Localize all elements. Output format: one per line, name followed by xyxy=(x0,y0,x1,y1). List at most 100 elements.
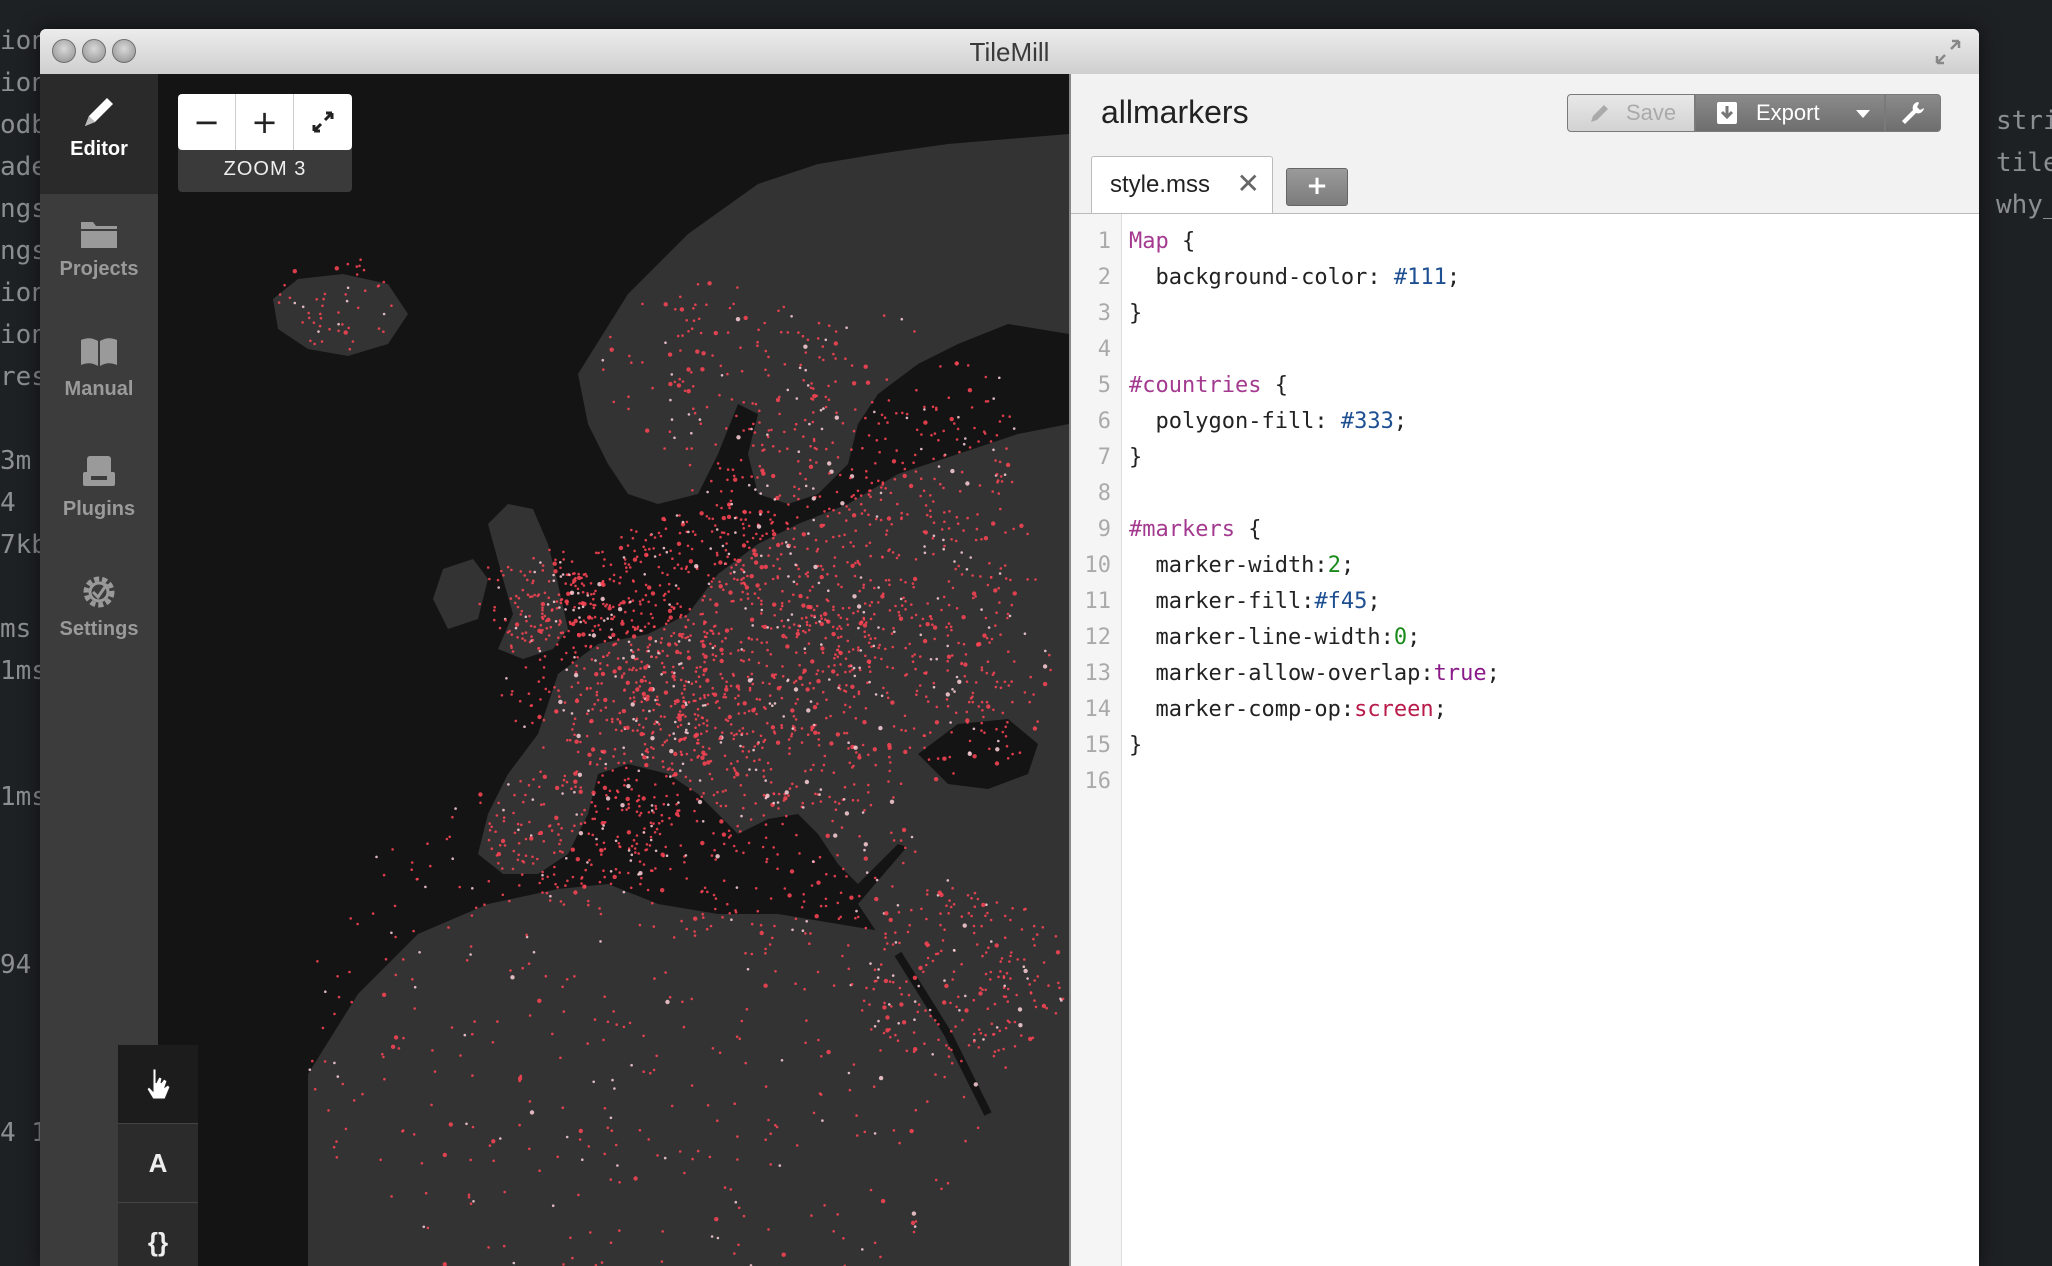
code-line[interactable]: 16 xyxy=(1071,764,1979,800)
map-marker xyxy=(1033,944,1036,947)
map-marker xyxy=(824,405,828,409)
template-tool-button[interactable]: {} xyxy=(118,1203,198,1266)
sidebar-item-plugins[interactable]: Plugins xyxy=(40,434,158,554)
terminal-line: 7kb xyxy=(0,530,40,560)
code-line[interactable]: 14 marker-comp-op:screen; xyxy=(1071,692,1979,728)
map-marker xyxy=(761,746,764,750)
map-marker xyxy=(699,613,702,616)
map-marker xyxy=(814,914,819,919)
map-marker xyxy=(892,839,896,842)
map-marker xyxy=(665,774,668,778)
sidebar-item-projects[interactable]: Projects xyxy=(40,194,158,314)
map-marker xyxy=(870,1028,873,1031)
map-marker xyxy=(1060,999,1063,1002)
code-line[interactable]: 11 marker-fill:#f45; xyxy=(1071,584,1979,620)
map-marker xyxy=(718,580,721,584)
map-marker xyxy=(573,656,576,659)
map-marker xyxy=(725,582,728,586)
zoom-in-button[interactable]: + xyxy=(236,94,294,150)
map-marker xyxy=(517,596,521,600)
map-marker xyxy=(1029,675,1032,679)
map-marker xyxy=(989,576,993,579)
map-marker xyxy=(546,603,550,606)
sidebar-item-manual[interactable]: Manual xyxy=(40,314,158,434)
map-marker xyxy=(1005,744,1009,748)
map-marker xyxy=(1007,684,1011,687)
code-line[interactable]: 3} xyxy=(1071,296,1979,332)
map-marker xyxy=(517,842,521,845)
map-marker xyxy=(632,717,635,721)
map-marker xyxy=(707,582,711,586)
map-marker xyxy=(679,651,682,655)
map-marker xyxy=(702,668,707,673)
pan-tool-button[interactable] xyxy=(118,1045,198,1124)
code-line[interactable]: 10 marker-width:2; xyxy=(1071,548,1979,584)
sidebar-item-editor[interactable]: Editor xyxy=(40,74,158,194)
map-marker xyxy=(820,643,823,646)
code-line[interactable]: 9 #markers { xyxy=(1071,512,1979,548)
map-marker xyxy=(980,608,983,611)
map-marker xyxy=(747,678,753,683)
label-tool-button[interactable]: A xyxy=(118,1124,198,1203)
map-marker xyxy=(538,1169,541,1172)
map-marker xyxy=(550,609,554,612)
map-marker xyxy=(542,746,545,749)
map-marker xyxy=(559,839,562,842)
map-marker xyxy=(650,804,654,807)
export-button[interactable]: Export xyxy=(1695,94,1885,132)
map-marker xyxy=(662,665,666,669)
map-marker xyxy=(1001,730,1005,734)
close-icon[interactable]: ✕ xyxy=(1237,167,1260,200)
map-marker xyxy=(957,995,960,999)
fullscreen-icon[interactable] xyxy=(1933,37,1963,67)
code-line[interactable]: 12 marker-line-width:0; xyxy=(1071,620,1979,656)
map-marker xyxy=(950,1048,953,1052)
fullscreen-map-button[interactable] xyxy=(294,94,352,150)
map-marker xyxy=(581,1158,584,1161)
map-marker xyxy=(724,804,728,808)
tab-style-mss[interactable]: style.mss ✕ xyxy=(1091,156,1273,214)
save-button[interactable]: Save xyxy=(1567,94,1695,132)
code-line[interactable]: 2 background-color: #111; xyxy=(1071,260,1979,296)
map-marker xyxy=(933,432,937,435)
map-marker xyxy=(570,712,574,715)
map-marker xyxy=(742,649,746,652)
code-line[interactable]: 4 xyxy=(1071,332,1979,368)
map-marker xyxy=(780,601,784,605)
map-marker xyxy=(584,644,588,648)
map-marker xyxy=(703,594,706,598)
code-line[interactable]: 6 polygon-fill: #333; xyxy=(1071,404,1979,440)
map-marker xyxy=(612,615,616,618)
map-view[interactable]: − + ZOOM 3 xyxy=(158,74,1069,1266)
code-editor[interactable]: 1 Map {2 background-color: #111; 3} 4 5 #coun… xyxy=(1071,213,1979,1266)
map-marker xyxy=(721,677,724,680)
zoom-out-button[interactable]: − xyxy=(178,94,236,150)
code-line[interactable]: 5 #countries { xyxy=(1071,368,1979,404)
map-marker xyxy=(751,402,754,405)
map-marker xyxy=(542,840,546,843)
map-marker xyxy=(932,552,935,556)
add-tab-button[interactable]: + xyxy=(1286,168,1348,206)
map-marker xyxy=(971,574,974,577)
code-line[interactable]: 8 xyxy=(1071,476,1979,512)
map-canvas[interactable] xyxy=(158,74,1069,1266)
map-marker xyxy=(726,902,729,906)
code-line[interactable]: 13 marker-allow-overlap:true; xyxy=(1071,656,1979,692)
map-marker xyxy=(547,596,550,600)
code-line[interactable]: 7} xyxy=(1071,440,1979,476)
code-line[interactable]: 15} xyxy=(1071,728,1979,764)
chevron-down-icon[interactable] xyxy=(1854,108,1872,120)
map-marker xyxy=(553,686,556,689)
map-marker xyxy=(790,708,795,713)
map-marker xyxy=(949,1030,953,1033)
map-marker xyxy=(803,344,808,349)
map-marker xyxy=(1009,977,1012,980)
map-marker xyxy=(807,628,811,632)
map-marker xyxy=(825,716,828,720)
map-marker xyxy=(958,1009,961,1012)
sidebar-item-settings[interactable]: Settings xyxy=(40,554,158,674)
code-line[interactable]: 1 Map { xyxy=(1071,224,1979,260)
map-marker xyxy=(493,618,496,622)
settings-wrench-button[interactable] xyxy=(1885,94,1941,132)
map-marker xyxy=(572,608,575,612)
